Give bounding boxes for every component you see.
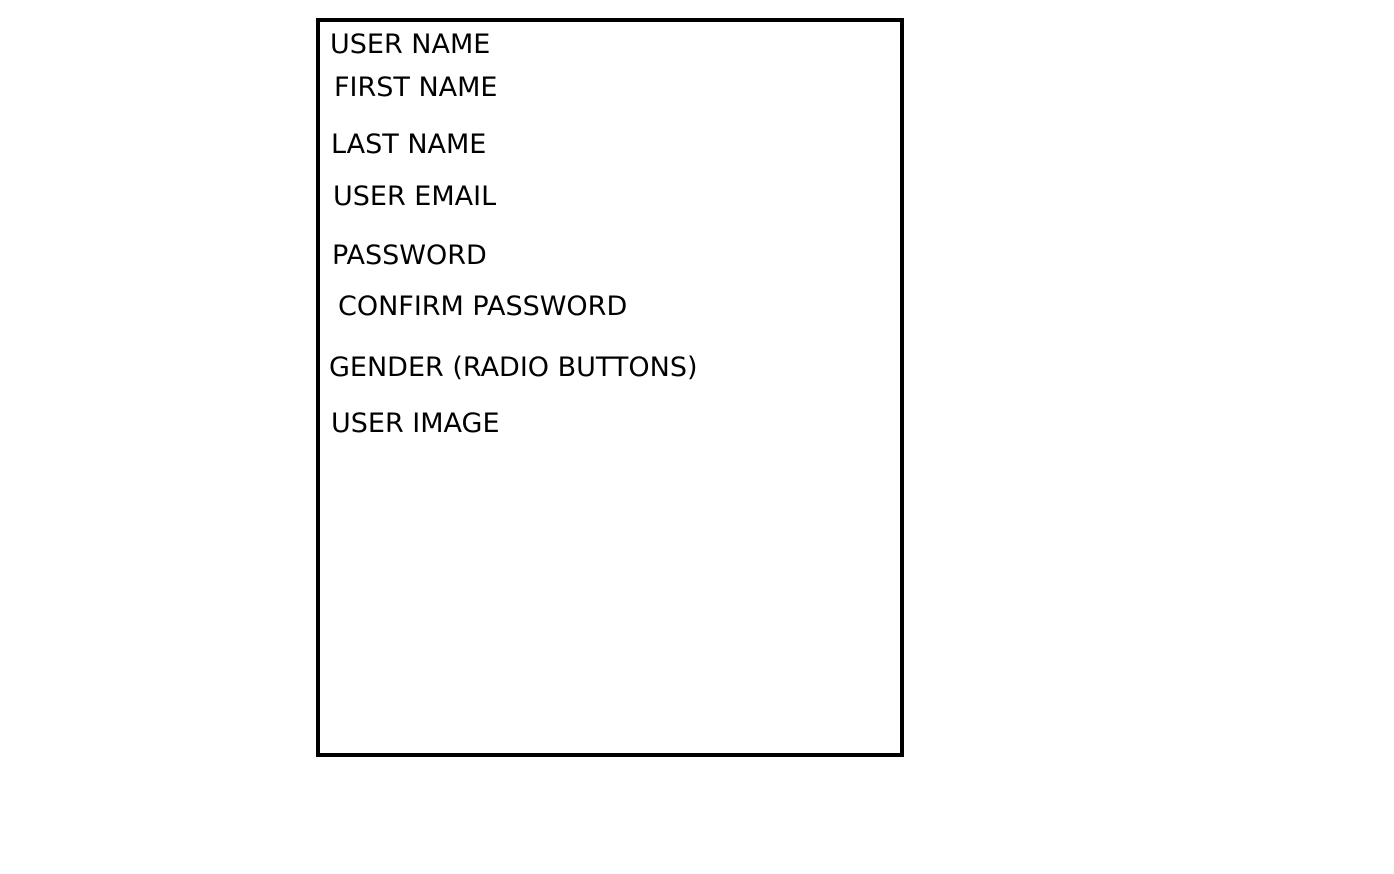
user-name-label: USER NAME [330,29,491,60]
user-email-label: USER EMAIL [333,181,497,212]
password-label: PASSWORD [332,240,487,271]
first-name-label: FIRST NAME [334,72,498,103]
gender-label: GENDER (RADIO BUTTONS) [329,352,698,383]
last-name-label: LAST NAME [331,129,487,160]
confirm-password-label: CONFIRM PASSWORD [338,291,628,322]
user-image-label: USER IMAGE [331,408,500,439]
